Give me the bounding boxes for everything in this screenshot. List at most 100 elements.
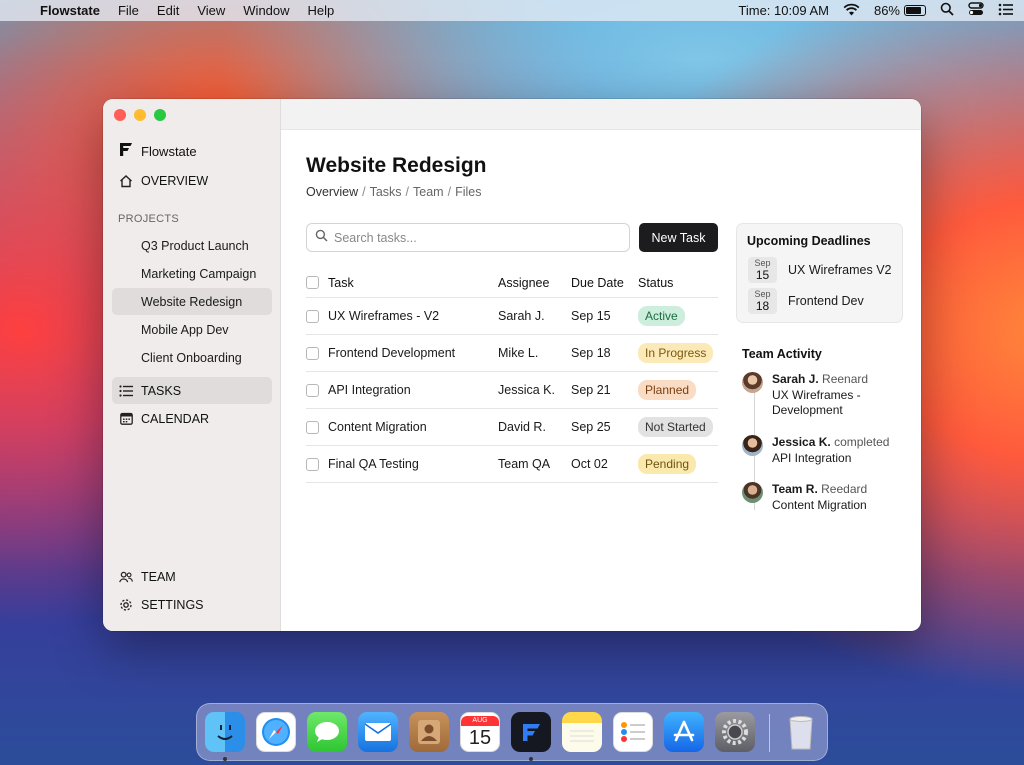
dock: AUG 15 xyxy=(196,703,828,761)
running-indicator xyxy=(529,757,533,761)
deadline-label: UX Wireframes V2 xyxy=(788,263,892,277)
deadline-date-badge: Sep 15 xyxy=(748,257,777,283)
tasks-table: Task Assignee Due Date Status UX Wirefra… xyxy=(306,268,718,483)
trash-icon[interactable] xyxy=(781,712,821,752)
control-center-icon[interactable] xyxy=(968,2,984,19)
deadline-item[interactable]: Sep 18 Frontend Dev xyxy=(748,288,864,314)
battery-level-fill xyxy=(906,7,921,14)
task-due-date: Sep 25 xyxy=(571,420,611,434)
messages-icon[interactable] xyxy=(307,712,347,752)
menu-window[interactable]: Window xyxy=(243,3,289,18)
sidebar-project-marketing-campaign[interactable]: Marketing Campaign xyxy=(112,260,272,287)
avatar xyxy=(742,435,763,456)
search-input[interactable] xyxy=(334,230,614,245)
sidebar-item-calendar[interactable]: CALENDAR xyxy=(112,405,272,432)
app-window: Flowstate OVERVIEW PROJECTS Q3 Product L… xyxy=(103,99,921,631)
task-name: UX Wireframes - V2 xyxy=(328,309,440,323)
row-checkbox[interactable] xyxy=(306,346,319,360)
task-assignee: Team QA xyxy=(498,457,551,471)
table-row[interactable]: UX Wireframes - V2 Sarah J. Sep 15 Activ… xyxy=(306,298,718,335)
menu-app-name[interactable]: Flowstate xyxy=(40,3,100,18)
task-due-date: Sep 18 xyxy=(571,346,611,360)
sidebar-project-q3-product-launch[interactable]: Q3 Product Launch xyxy=(112,232,272,259)
deadline-day: 18 xyxy=(755,299,770,313)
spotlight-search-icon[interactable] xyxy=(940,2,954,19)
activity-verb: completed xyxy=(834,435,890,449)
flowstate-icon[interactable] xyxy=(511,712,551,752)
deadline-month: Sep xyxy=(754,258,771,268)
wifi-icon[interactable] xyxy=(843,3,860,19)
breadcrumb-overview[interactable]: Overview xyxy=(306,185,358,199)
row-checkbox[interactable] xyxy=(306,457,319,471)
breadcrumb-files[interactable]: Files xyxy=(455,185,481,199)
projects-section-label: PROJECTS xyxy=(118,213,180,225)
mail-icon[interactable] xyxy=(358,712,398,752)
row-checkbox[interactable] xyxy=(306,420,319,434)
activity-item[interactable]: Team R. Reedard Content Migration xyxy=(742,482,867,513)
menu-file[interactable]: File xyxy=(118,3,139,18)
menu-edit[interactable]: Edit xyxy=(157,3,179,18)
calendar-app-icon[interactable]: AUG 15 xyxy=(460,712,500,752)
battery-status[interactable]: 86% xyxy=(874,3,926,18)
column-header-due-date[interactable]: Due Date xyxy=(571,276,638,290)
minimize-window-button[interactable] xyxy=(134,109,146,121)
search-box[interactable] xyxy=(306,223,630,252)
team-activity-title: Team Activity xyxy=(742,347,822,361)
task-name: Frontend Development xyxy=(328,346,456,360)
app-store-icon[interactable] xyxy=(664,712,704,752)
battery-percent: 86% xyxy=(873,3,900,18)
sidebar-item-team[interactable]: TEAM xyxy=(112,563,272,590)
sidebar-project-website-redesign[interactable]: Website Redesign xyxy=(112,288,272,315)
row-checkbox[interactable] xyxy=(306,383,319,397)
new-task-button[interactable]: New Task xyxy=(639,223,718,252)
sidebar-project-mobile-app-dev[interactable]: Mobile App Dev xyxy=(112,316,272,343)
table-row[interactable]: Final QA Testing Team QA Oct 02 Pending xyxy=(306,446,718,483)
notification-center-icon[interactable] xyxy=(998,3,1014,19)
sidebar-item-overview[interactable]: OVERVIEW xyxy=(112,167,272,194)
zoom-window-button[interactable] xyxy=(154,109,166,121)
running-indicator xyxy=(223,757,227,761)
reminders-icon[interactable] xyxy=(613,712,653,752)
system-settings-icon[interactable] xyxy=(715,712,755,752)
close-window-button[interactable] xyxy=(114,109,126,121)
menu-view[interactable]: View xyxy=(197,3,225,18)
menu-clock[interactable]: Time: 10:09 AM xyxy=(738,3,829,18)
table-row[interactable]: API Integration Jessica K. Sep 21 Planne… xyxy=(306,372,718,409)
sidebar-item-label: TEAM xyxy=(141,569,176,584)
column-header-status[interactable]: Status xyxy=(638,276,718,290)
activity-detail: Development xyxy=(772,403,843,417)
task-assignee: Jessica K. xyxy=(498,383,555,397)
gear-icon xyxy=(119,598,133,612)
column-header-task[interactable]: Task xyxy=(328,276,498,290)
task-assignee: David R. xyxy=(498,420,546,434)
activity-verb: Reenard xyxy=(822,372,869,386)
status-badge: Not Started xyxy=(638,417,713,437)
sidebar-item-tasks[interactable]: TASKS xyxy=(112,377,272,404)
task-due-date: Sep 15 xyxy=(571,309,611,323)
team-icon xyxy=(119,570,133,584)
sidebar-item-label: OVERVIEW xyxy=(141,173,209,188)
column-header-assignee[interactable]: Assignee xyxy=(498,276,571,290)
task-assignee: Sarah J. xyxy=(498,309,545,323)
table-row[interactable]: Frontend Development Mike L. Sep 18 In P… xyxy=(306,335,718,372)
table-row[interactable]: Content Migration David R. Sep 25 Not St… xyxy=(306,409,718,446)
menu-help[interactable]: Help xyxy=(308,3,335,18)
deadline-item[interactable]: Sep 15 UX Wireframes V2 xyxy=(748,257,892,283)
breadcrumb-separator: / xyxy=(447,185,452,199)
breadcrumb-team[interactable]: Team xyxy=(413,185,444,199)
breadcrumb-tasks[interactable]: Tasks xyxy=(370,185,402,199)
calendar-app-day: 15 xyxy=(468,727,492,749)
notes-icon[interactable] xyxy=(562,712,602,752)
sidebar-project-client-onboarding[interactable]: Client Onboarding xyxy=(112,344,272,371)
row-checkbox[interactable] xyxy=(306,309,319,323)
select-all-checkbox[interactable] xyxy=(306,276,319,289)
task-assignee: Mike L. xyxy=(498,346,539,360)
finder-icon[interactable] xyxy=(205,712,245,752)
activity-item[interactable]: Jessica K. completed API Integration xyxy=(742,435,889,466)
activity-item[interactable]: Sarah J. Reenard UX Wireframes - Develop… xyxy=(742,372,868,419)
contacts-icon[interactable] xyxy=(409,712,449,752)
avatar xyxy=(742,482,763,503)
safari-icon[interactable] xyxy=(256,712,296,752)
menu-bar: Flowstate File Edit View Window Help Tim… xyxy=(0,0,1024,21)
sidebar-item-settings[interactable]: SETTINGS xyxy=(112,591,272,618)
